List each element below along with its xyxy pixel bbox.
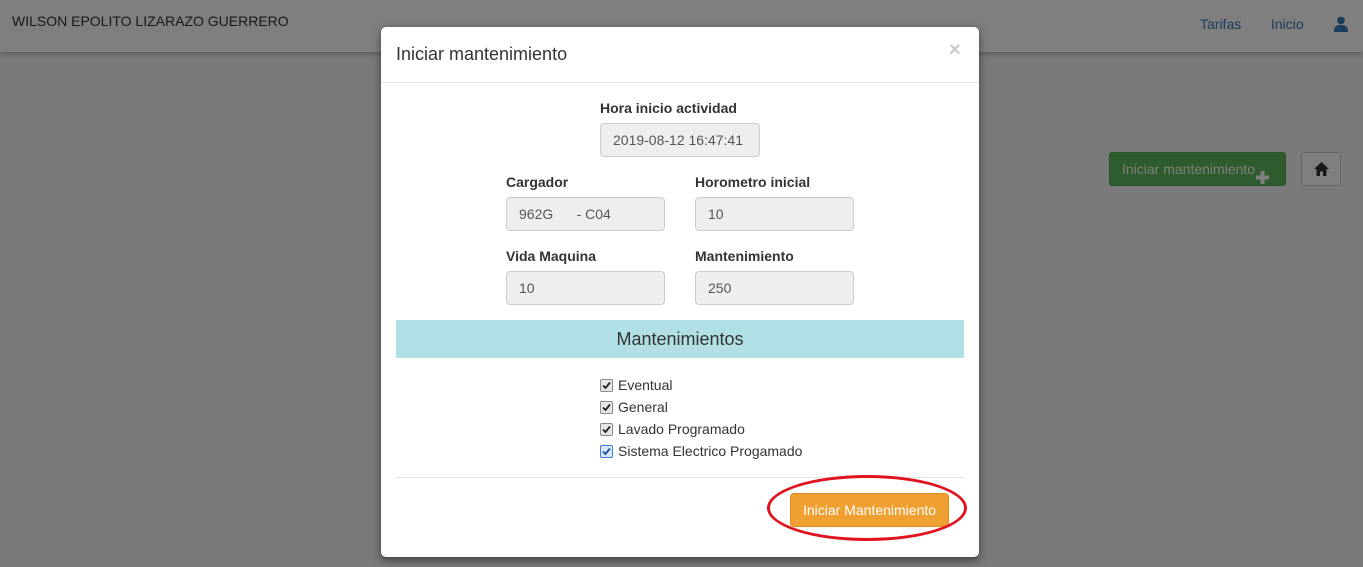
start-time-field[interactable]: 2019-08-12 16:47:41 [600,123,760,157]
machine-life-field[interactable]: 10 [506,271,665,305]
footer-divider [396,477,964,478]
check-icon [602,425,611,434]
checkbox[interactable] [600,401,613,414]
start-time-label: Hora inicio actividad [600,100,737,116]
maintenance-label: Mantenimiento [695,248,794,264]
loader-label: Cargador [506,174,569,190]
check-label: Lavado Programado [618,421,745,437]
maintenance-field[interactable]: 250 [695,271,854,305]
check-icon [602,381,611,390]
start-maintenance-submit-button[interactable]: Iniciar Mantenimiento [790,493,949,527]
check-icon [602,447,611,456]
checkbox[interactable] [600,423,613,436]
check-label: Sistema Electrico Progamado [618,443,803,459]
machine-life-label: Vida Maquina [506,248,596,264]
maintenances-section-title: Mantenimientos [396,320,964,358]
modal-header: Iniciar mantenimiento × [381,27,979,83]
hour-meter-label: Horometro inicial [695,174,811,190]
hour-meter-field[interactable]: 10 [695,197,854,231]
loader-field[interactable]: 962G - C04 [506,197,665,231]
checkbox[interactable] [600,379,613,392]
check-icon [602,403,611,412]
check-label: General [618,399,668,415]
modal-title: Iniciar mantenimiento [396,44,568,64]
close-icon[interactable]: × [949,39,961,62]
checkbox[interactable] [600,445,613,458]
start-maintenance-modal: Iniciar mantenimiento × Hora inicio acti… [381,27,979,557]
check-label: Eventual [618,377,673,393]
